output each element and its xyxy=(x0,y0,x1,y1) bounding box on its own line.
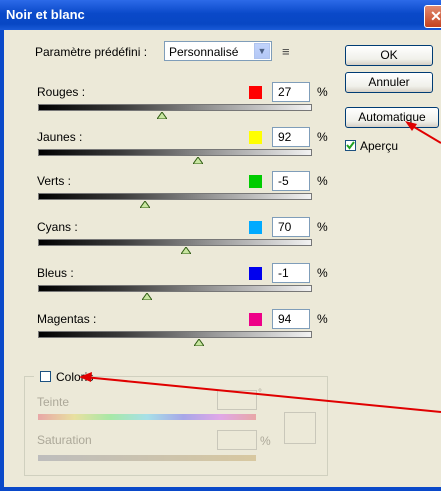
annotation-arrowhead-auto xyxy=(405,121,417,131)
annotation-arrow-colorize xyxy=(83,376,441,413)
annotation-arrowhead-colorize xyxy=(79,372,92,382)
annotation-arrows xyxy=(79,121,441,413)
